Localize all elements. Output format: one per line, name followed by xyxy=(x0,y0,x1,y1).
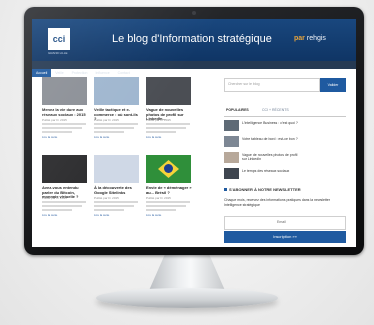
article-title[interactable]: À la découverte des Google Sitelinks xyxy=(94,185,140,195)
tab-recent[interactable]: CCI + RÉCENTS xyxy=(262,108,289,112)
popular-thumbnail[interactable] xyxy=(224,152,239,163)
popular-title[interactable]: Le temps des réseaux sociaux xyxy=(242,169,302,173)
sidebar-tabs: POPULAIRES CCI + RÉCENTS xyxy=(224,106,346,117)
article-excerpt-line xyxy=(146,131,176,133)
monitor-bezel: cci GRAND LILLE Le blog d'Information st… xyxy=(24,7,364,255)
read-more-link[interactable]: Lire la suite xyxy=(94,213,109,217)
article-meta: Publié par D. 2015 xyxy=(146,118,171,122)
popular-item[interactable]: Votre tableau de bord : est-ce bon ? xyxy=(224,136,346,150)
nav-item-protection[interactable]: Protection xyxy=(68,69,92,77)
article-meta: Publié par D. 2015 xyxy=(94,118,119,122)
article-excerpt-line xyxy=(42,201,86,203)
nav-item-accueil[interactable]: Accueil xyxy=(32,69,52,77)
popular-title[interactable]: L'intelligence Business : c'est quoi ? xyxy=(242,121,302,125)
subscribe-button[interactable]: Inscription »» xyxy=(224,231,346,243)
partner-prefix: par xyxy=(294,35,305,42)
article-excerpt-line xyxy=(146,205,186,207)
popular-thumbnail[interactable] xyxy=(224,168,239,179)
popular-item[interactable]: L'intelligence Business : c'est quoi ? xyxy=(224,120,346,134)
newsletter-title: S'ABONNER À NOTRE NEWSLETTER xyxy=(224,187,301,192)
article-thumbnail[interactable] xyxy=(146,155,191,183)
article-thumbnail[interactable] xyxy=(94,77,139,105)
email-placeholder: Email xyxy=(277,220,286,224)
article-excerpt-line xyxy=(146,123,190,125)
article-excerpt-line xyxy=(146,127,186,129)
newsletter-square-icon xyxy=(224,188,227,191)
partner-name: rehgis xyxy=(306,35,326,42)
article-excerpt-line xyxy=(42,123,86,125)
popular-title[interactable]: Votre tableau de bord : est-ce bon ? xyxy=(242,137,302,141)
article-thumbnail[interactable] xyxy=(94,155,139,183)
nav-item-veille[interactable]: Veille xyxy=(51,69,67,77)
article-excerpt-line xyxy=(42,205,82,207)
partner-logo[interactable]: par rehgis xyxy=(294,35,326,42)
article-excerpt-line xyxy=(42,127,82,129)
popular-item[interactable]: Vague de nouvelles photos de profil sur … xyxy=(224,152,346,166)
article-title[interactable]: Envie de « déménager » au... Brésil ? xyxy=(146,185,192,195)
nav-item-influence[interactable]: Influence xyxy=(91,69,113,77)
monitor-stand-base xyxy=(96,288,278,308)
popular-item[interactable]: Le temps des réseaux sociaux xyxy=(224,168,346,182)
article-title[interactable]: Menez la vie dure aux réseaux sociaux : … xyxy=(42,107,88,117)
article-excerpt-line xyxy=(42,209,72,211)
search-button[interactable]: Valider xyxy=(320,78,346,92)
read-more-link[interactable]: Lire la suite xyxy=(146,135,161,139)
read-more-link[interactable]: Lire la suite xyxy=(146,213,161,217)
nav-item-contact[interactable]: Contact xyxy=(114,69,134,77)
article-excerpt-line xyxy=(42,131,72,133)
article-thumbnail[interactable] xyxy=(42,155,87,183)
main-nav: Accueil Veille Protection Influence Contact xyxy=(32,61,356,77)
popular-thumbnail[interactable] xyxy=(224,136,239,147)
newsletter-text: Chaque mois, recevez des informations pr… xyxy=(224,198,331,207)
site-logo[interactable]: cci xyxy=(48,28,70,50)
monitor-screen: cci GRAND LILLE Le blog d'Information st… xyxy=(32,19,356,247)
site-header: cci GRAND LILLE Le blog d'Information st… xyxy=(32,19,356,61)
flag-circle xyxy=(164,164,173,173)
popular-title[interactable]: Vague de nouvelles photos de profil sur … xyxy=(242,153,302,161)
article-excerpt-line xyxy=(94,127,134,129)
article-excerpt-line xyxy=(94,131,124,133)
article-thumbnail[interactable] xyxy=(42,77,87,105)
article-meta: Publié par D. 2015 xyxy=(94,196,119,200)
read-more-link[interactable]: Lire la suite xyxy=(42,135,57,139)
popular-thumbnail[interactable] xyxy=(224,120,239,131)
article-excerpt-line xyxy=(94,123,138,125)
article-meta: Publié par D. 2015 xyxy=(42,118,67,122)
article-thumbnail[interactable] xyxy=(146,77,191,105)
article-meta: Publié par D. 2015 xyxy=(42,196,67,200)
article-excerpt-line xyxy=(94,209,124,211)
email-field[interactable]: Email xyxy=(224,216,346,230)
read-more-link[interactable]: Lire la suite xyxy=(42,213,57,217)
read-more-link[interactable]: Lire la suite xyxy=(94,135,109,139)
article-excerpt-line xyxy=(146,209,176,211)
article-excerpt-line xyxy=(94,205,134,207)
site-title: Le blog d'Information stratégique xyxy=(112,33,272,45)
camera-dot xyxy=(192,11,196,15)
search-placeholder: Chercher sur le blog xyxy=(228,82,260,86)
article-meta: Publié par D. 2015 xyxy=(146,196,171,200)
tab-popular[interactable]: POPULAIRES xyxy=(226,108,249,112)
article-excerpt-line xyxy=(146,201,190,203)
article-excerpt-line xyxy=(94,201,138,203)
site-logo-subtitle: GRAND LILLE xyxy=(48,51,68,55)
search-input[interactable]: Chercher sur le blog xyxy=(224,78,320,92)
newsletter-title-text: S'ABONNER À NOTRE NEWSLETTER xyxy=(229,187,301,192)
